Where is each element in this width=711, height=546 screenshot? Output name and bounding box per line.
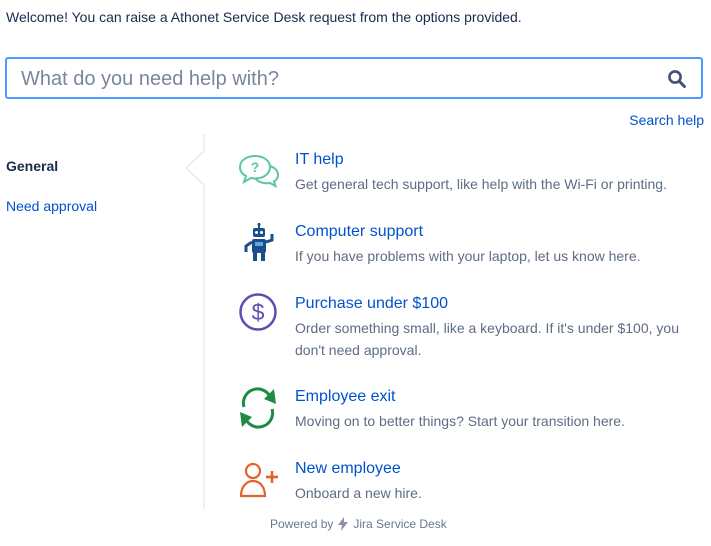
request-description: Order something small, like a keyboard. … [295,320,679,358]
request-type-new-employee[interactable]: New employee Onboard a new hire. [238,460,698,508]
cycle-arrows-icon [240,387,276,429]
dollar-icon: $ [239,293,277,331]
request-description: If you have problems with your laptop, l… [295,248,641,264]
sidebar-divider [185,134,205,509]
search-icon[interactable] [667,69,687,89]
search-input[interactable] [21,67,641,91]
request-type-purchase-under-100[interactable]: $ Purchase under $100 Order something sm… [238,293,698,365]
request-title[interactable]: New employee [295,460,401,478]
footer-prefix: Powered by [270,517,334,531]
request-type-computer-support[interactable]: Computer support If you have problems wi… [238,223,698,271]
request-type-it-help[interactable]: ? IT help Get general tech support, like… [238,151,698,199]
search-help-link[interactable]: Search help [629,112,704,128]
add-user-icon [239,462,278,498]
footer: Powered by Jira Service Desk [270,517,447,531]
request-description: Moving on to better things? Start your t… [295,413,625,429]
request-type-employee-exit[interactable]: Employee exit Moving on to better things… [238,387,698,436]
robot-icon [244,223,274,261]
lightning-icon [338,517,349,531]
request-description: Onboard a new hire. [295,485,422,501]
request-title[interactable]: Purchase under $100 [295,295,448,313]
request-description: Get general tech support, like help with… [295,176,667,192]
svg-text:?: ? [251,159,260,175]
footer-brand-link[interactable]: Jira Service Desk [353,517,446,531]
welcome-message: Welcome! You can raise a Athonet Service… [6,9,522,25]
request-title[interactable]: Computer support [295,223,423,241]
chat-bubbles-icon: ? [238,154,280,189]
request-title[interactable]: IT help [295,151,344,169]
search-box[interactable] [5,57,703,99]
svg-text:$: $ [252,299,265,325]
request-title[interactable]: Employee exit [295,388,396,406]
